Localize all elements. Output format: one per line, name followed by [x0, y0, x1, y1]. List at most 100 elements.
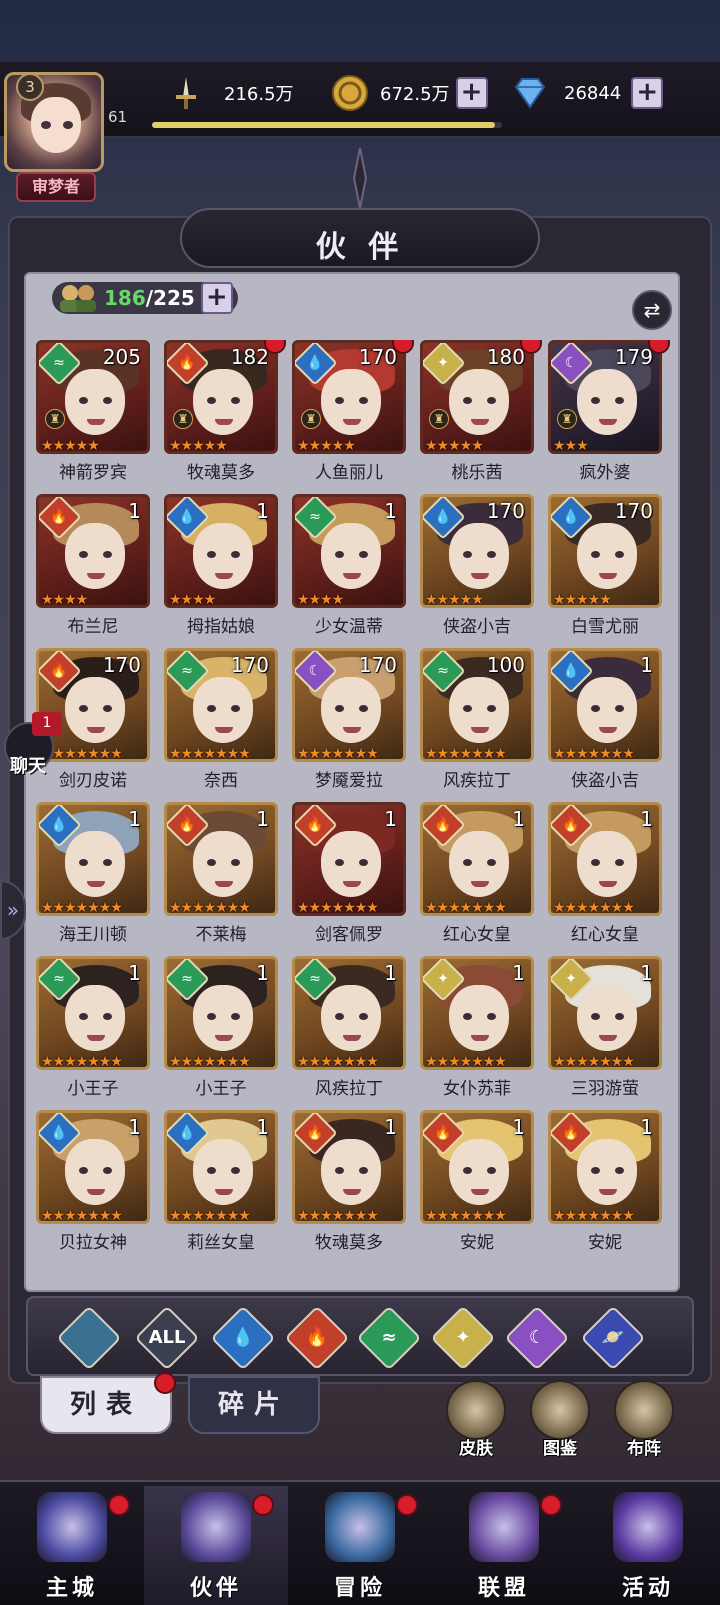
- tab-list[interactable]: 列表: [40, 1376, 172, 1434]
- partner-level: 1: [384, 961, 397, 985]
- partner-card[interactable]: ☾ 170 ★★★★★★★ 梦魇爱拉: [292, 648, 406, 794]
- panel-title-plate: 伙 伴: [180, 208, 540, 268]
- partner-level: 1: [512, 1115, 525, 1139]
- partner-card[interactable]: 💧 1 ★★★★★★★ 侠盗小吉: [548, 648, 662, 794]
- partner-card[interactable]: ≈1 ★★★★ 少女温蒂: [292, 494, 406, 640]
- partner-card[interactable]: 🔥 1 ★★★★★★★ 剑客佩罗: [292, 802, 406, 948]
- partner-portrait: ☾ 170 ★★★★★★★: [292, 648, 406, 762]
- star-rating: ★★★★★★★: [41, 1054, 123, 1070]
- partner-card[interactable]: 🔥 1 ★★★★★★★ 安妮: [420, 1110, 534, 1256]
- capacity-count: /225: [145, 286, 195, 310]
- nav-events[interactable]: 活动: [576, 1486, 720, 1605]
- partner-grid: ≈205 ♜ ★★★★★ 神箭罗宾 🔥 182 ♜ ★★★★★ 牧魂莫多 💧 170 ♜ ★★★★★ 人鱼…: [36, 340, 676, 1300]
- sort-swap-button[interactable]: ⇄: [632, 290, 672, 330]
- partner-card[interactable]: 💧 1 ★★★★ 拇指姑娘: [164, 494, 278, 640]
- partner-portrait: ☾ 179 ♜ ★★★: [548, 340, 662, 454]
- partner-portrait: 💧 1 ★★★★★★★: [36, 1110, 150, 1224]
- chat-button[interactable]: 1 聊天: [0, 712, 62, 782]
- partners-icon: [56, 282, 100, 314]
- formation-button[interactable]: 布阵: [606, 1380, 682, 1464]
- partner-card[interactable]: ✦ 1 ★★★★★★★ 女仆苏菲: [420, 956, 534, 1102]
- tab-fragments[interactable]: 碎片: [188, 1376, 320, 1434]
- partner-card[interactable]: 🔥 1 ★★★★★★★ 安妮: [548, 1110, 662, 1256]
- partner-portrait: ✦ 1 ★★★★★★★: [548, 956, 662, 1070]
- star-rating: ★★★: [553, 438, 589, 454]
- star-rating: ★★★★★: [425, 592, 484, 608]
- nav-label: 伙伴: [189, 1576, 242, 1601]
- add-gold-button[interactable]: +: [455, 77, 488, 109]
- nav-alliance[interactable]: 联盟: [432, 1486, 576, 1605]
- partner-card[interactable]: 🔥 1 ★★★★★★★ 红心女皇: [548, 802, 662, 948]
- rank-icon: ♜: [429, 409, 449, 429]
- nav-label: 冒险: [333, 1576, 386, 1601]
- partner-portrait: 🔥 1 ★★★★: [36, 494, 150, 608]
- partner-portrait: 🔥 1 ★★★★★★★: [292, 1110, 406, 1224]
- add-diamond-button[interactable]: +: [631, 77, 664, 109]
- partner-card[interactable]: ≈205 ♜ ★★★★★ 神箭罗宾: [36, 340, 150, 486]
- partner-card[interactable]: ≈1 ★★★★★★★ 小王子: [164, 956, 278, 1102]
- partner-portrait: ≈205 ♜ ★★★★★: [36, 340, 150, 454]
- notification-dot: [108, 1494, 130, 1516]
- star-rating: ★★★★★★★: [41, 900, 123, 916]
- adventure-icon: [325, 1492, 395, 1562]
- notification-dot: [252, 1494, 274, 1516]
- partner-portrait: 💧 170 ♜ ★★★★★: [292, 340, 406, 454]
- partner-card[interactable]: ≈1 ★★★★★★★ 小王子: [36, 956, 150, 1102]
- codex-label: 图鉴: [543, 1439, 577, 1459]
- partner-card[interactable]: 🔥 1 ★★★★★★★ 红心女皇: [420, 802, 534, 948]
- player-title-badge[interactable]: 审梦者: [16, 172, 96, 202]
- skin-button[interactable]: 皮肤: [438, 1380, 514, 1464]
- partner-portrait: ≈1 ★★★★★★★: [164, 956, 278, 1070]
- star-rating: ★★★★★★★: [425, 900, 507, 916]
- rank-icon: ♜: [45, 409, 65, 429]
- partner-card[interactable]: 💧 170 ♜ ★★★★★ 人鱼丽儿: [292, 340, 414, 486]
- partner-card[interactable]: ≈170 ★★★★★★★ 奈西: [164, 648, 278, 794]
- partner-card[interactable]: 🔥 182 ♜ ★★★★★ 牧魂莫多: [164, 340, 286, 486]
- partner-card[interactable]: 💧 1 ★★★★★★★ 贝拉女神: [36, 1110, 150, 1256]
- partner-card[interactable]: 💧 170 ★★★★★ 侠盗小吉: [420, 494, 534, 640]
- partner-card[interactable]: 🔥 1 ★★★★★★★ 牧魂莫多: [292, 1110, 406, 1256]
- nav-label: 联盟: [477, 1576, 530, 1601]
- partner-level: 1: [384, 1115, 397, 1139]
- partner-count: 186 /225 +: [56, 282, 233, 314]
- partner-card[interactable]: ☾ 179 ♜ ★★★ 疯外婆: [548, 340, 670, 486]
- partner-portrait: 🔥 1 ★★★★★★★: [164, 802, 278, 916]
- partner-portrait: ✦ 1 ★★★★★★★: [420, 956, 534, 1070]
- partner-name: 牧魂莫多: [187, 463, 255, 483]
- star-rating: ★★★★★★★: [553, 900, 635, 916]
- partner-card[interactable]: ≈100 ★★★★★★★ 风疾拉丁: [420, 648, 534, 794]
- partner-portrait: ≈1 ★★★★★★★: [292, 956, 406, 1070]
- partner-level: 1: [128, 499, 141, 523]
- partner-name: 贝拉女神: [59, 1233, 127, 1253]
- partner-card[interactable]: ≈1 ★★★★★★★ 风疾拉丁: [292, 956, 406, 1102]
- xp-bar: [152, 122, 502, 128]
- expand-capacity-button[interactable]: +: [200, 282, 233, 314]
- player-level: 61: [108, 108, 128, 126]
- partner-card[interactable]: 🔥 1 ★★★★★★★ 不莱梅: [164, 802, 278, 948]
- partner-level: 1: [256, 499, 269, 523]
- vip-level-badge: 3: [16, 73, 44, 101]
- partner-card[interactable]: 💧 1 ★★★★★★★ 莉丝女皇: [164, 1110, 278, 1256]
- notification-dot: [540, 1494, 562, 1516]
- partner-name: 不莱梅: [195, 925, 247, 945]
- partner-name: 疯外婆: [579, 463, 631, 483]
- codex-button[interactable]: 图鉴: [522, 1380, 598, 1464]
- partner-card[interactable]: ✦ 180 ♜ ★★★★★ 桃乐茜: [420, 340, 542, 486]
- star-rating: ★★★★: [169, 592, 216, 608]
- partner-level: 170: [614, 499, 653, 523]
- partner-card[interactable]: 💧 170 ★★★★★ 白雪尤丽: [548, 494, 662, 640]
- star-rating: ★★★★★★★: [425, 1054, 507, 1070]
- nav-main-city[interactable]: 主城: [0, 1486, 144, 1605]
- partner-level: 1: [128, 961, 141, 985]
- partner-name: 牧魂莫多: [315, 1233, 383, 1253]
- partner-name: 侠盗小吉: [571, 771, 639, 791]
- partner-portrait: ≈1 ★★★★: [292, 494, 406, 608]
- partner-card[interactable]: 💧 1 ★★★★★★★ 海王川顿: [36, 802, 150, 948]
- nav-adventure[interactable]: 冒险: [288, 1486, 432, 1605]
- nav-partners[interactable]: 伙伴: [144, 1486, 288, 1605]
- partner-card[interactable]: ✦ 1 ★★★★★★★ 三羽游萤: [548, 956, 662, 1102]
- partner-level: 179: [614, 345, 653, 369]
- partner-level: 100: [486, 653, 525, 677]
- partner-card[interactable]: 🔥 1 ★★★★ 布兰尼: [36, 494, 150, 640]
- partner-level: 1: [640, 653, 653, 677]
